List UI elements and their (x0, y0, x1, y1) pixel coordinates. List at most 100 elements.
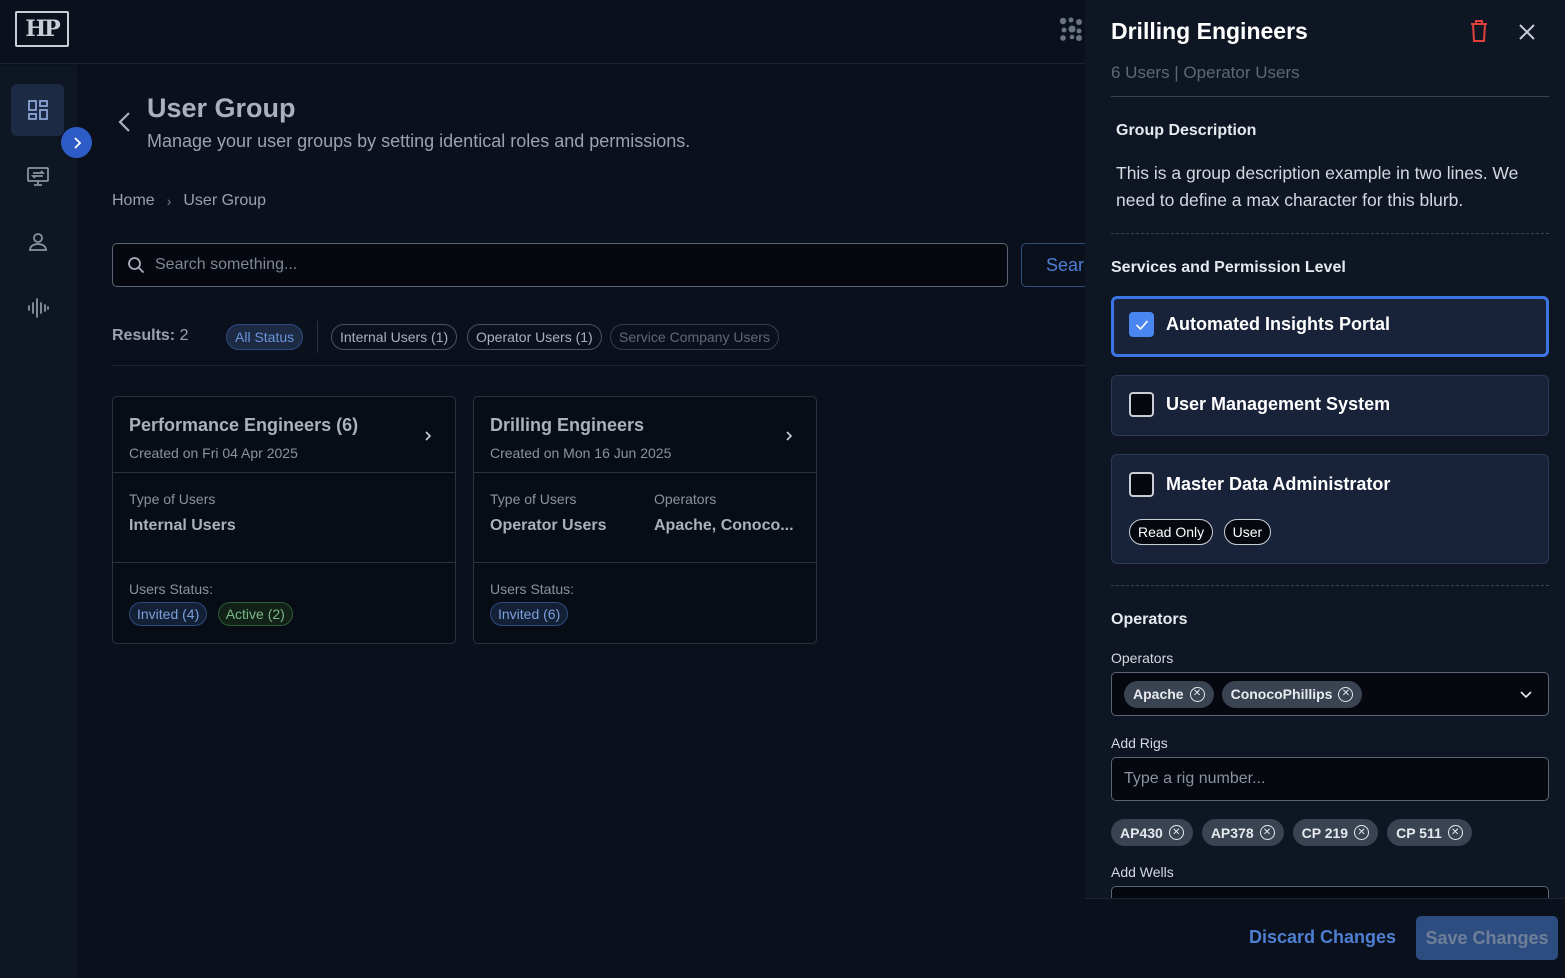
monitor-icon (26, 167, 49, 186)
sidebar-item-users[interactable] (11, 216, 64, 268)
group-card[interactable]: Performance Engineers (6) Created on Fri… (112, 396, 456, 644)
card-title: Performance Engineers (6) (129, 415, 359, 435)
tag-label: ConocoPhillips (1230, 686, 1333, 702)
main-content: User Group Manage your user groups by se… (77, 65, 1111, 978)
group-card[interactable]: Drilling Engineers Created on Mon 16 Jun… (473, 396, 817, 644)
network-icon[interactable] (1058, 16, 1084, 42)
search-icon (128, 257, 145, 274)
remove-icon[interactable]: ✕ (1447, 825, 1463, 840)
search-input[interactable] (155, 256, 975, 274)
results-label: Results: (112, 327, 176, 344)
breadcrumb-current: User Group (183, 192, 267, 209)
service-checkbox[interactable] (1129, 392, 1154, 417)
status-badge: Invited (4) (129, 602, 208, 626)
filter-divider (317, 321, 318, 353)
wells-field-label: Add Wells (1111, 864, 1174, 880)
rig-tag: CP 511 ✕ (1387, 819, 1472, 846)
card-footer: Users Status: Invited (6) (474, 563, 816, 643)
rig-tag: CP 219 ✕ (1292, 819, 1379, 846)
service-option[interactable]: Master Data Administrator Read Only User (1111, 454, 1549, 564)
filter-service-company-users[interactable]: Service Company Users (610, 324, 779, 350)
rigs-field-label: Add Rigs (1111, 735, 1168, 751)
remove-icon[interactable]: ✕ (1189, 686, 1205, 702)
chevron-right-icon[interactable] (784, 429, 794, 443)
service-option[interactable]: Automated Insights Portal (1111, 296, 1549, 357)
results-count: Results: 2 (112, 327, 188, 345)
panel-subtitle: 6 Users | Operator Users (1111, 63, 1300, 82)
service-checkbox[interactable] (1129, 472, 1154, 497)
divider (1111, 233, 1549, 234)
card-header[interactable]: Drilling Engineers Created on Mon 16 Jun… (474, 397, 816, 473)
close-icon[interactable] (1517, 22, 1537, 42)
company-logo[interactable]: HP (15, 11, 69, 47)
remove-icon[interactable]: ✕ (1338, 686, 1354, 702)
role-options: Read Only User (1129, 519, 1531, 545)
chevron-right-icon (73, 136, 81, 149)
filter-internal-users[interactable]: Internal Users (1) (331, 324, 458, 350)
card-date: Created on Fri 04 Apr 2025 (129, 445, 298, 461)
remove-icon[interactable]: ✕ (1168, 825, 1184, 840)
operator-tag: ConocoPhillips ✕ (1221, 680, 1363, 708)
service-label: Automated Insights Portal (1166, 314, 1391, 334)
filter-all-status[interactable]: All Status (226, 324, 304, 350)
waveform-icon (27, 298, 49, 318)
role-chip-read-only[interactable]: Read Only (1129, 519, 1214, 545)
breadcrumb: Home › User Group (112, 192, 266, 210)
rig-tag: AP430 ✕ (1111, 819, 1193, 846)
search-box[interactable] (112, 243, 1008, 287)
user-icon (28, 233, 47, 251)
panel-footer: Discard Changes Save Changes (1085, 898, 1565, 978)
sidebar-item-dashboard[interactable] (11, 84, 64, 136)
service-label: Master Data Administrator (1166, 474, 1391, 494)
operators-select[interactable]: Apache ✕ ConocoPhillips ✕ (1111, 672, 1549, 716)
card-details: Type of Users Internal Users (113, 473, 455, 563)
card-details: Type of Users Operator Users Operators A… (474, 473, 816, 563)
service-option[interactable]: User Management System (1111, 375, 1549, 436)
page-title: User Group (147, 93, 296, 123)
results-value: 2 (179, 327, 189, 344)
sidebar-item-monitor[interactable] (11, 150, 64, 202)
status-badge: Active (2) (217, 602, 293, 626)
page-subtitle: Manage your user groups by setting ident… (147, 131, 691, 151)
card-header[interactable]: Performance Engineers (6) Created on Fri… (113, 397, 455, 473)
card-title: Drilling Engineers (490, 415, 645, 435)
back-arrow-icon[interactable] (115, 110, 135, 134)
rig-number-input[interactable] (1124, 758, 1534, 800)
sidebar-item-signals[interactable] (11, 282, 64, 334)
card-date: Created on Mon 16 Jun 2025 (490, 445, 672, 461)
tag-label: CP 219 (1301, 824, 1349, 841)
tag-label: CP 511 (1396, 824, 1442, 841)
rigs-input-wrapper (1111, 757, 1549, 801)
dashboard-icon (27, 100, 48, 120)
status-badge: Invited (6) (490, 602, 569, 626)
operators-column: Operators Apache, Conoco... (654, 491, 794, 535)
chevron-right-icon: › (166, 193, 172, 209)
rig-tags: AP430 ✕ AP378 ✕ CP 219 ✕ CP 511 ✕ (1111, 819, 1472, 846)
status-label: Users Status: (490, 581, 575, 597)
discard-changes-button[interactable]: Discard Changes (1249, 927, 1396, 948)
tag-label: Apache (1133, 686, 1184, 702)
divider (1111, 96, 1549, 97)
type-label: Type of Users (129, 491, 216, 507)
service-checkbox[interactable] (1129, 312, 1154, 337)
service-label: User Management System (1166, 394, 1391, 414)
card-footer: Users Status: Invited (4) Active (2) (113, 563, 455, 643)
filter-operator-users[interactable]: Operator Users (1) (467, 324, 602, 350)
breadcrumb-home[interactable]: Home (112, 192, 155, 210)
sidebar (0, 65, 77, 978)
operators-field-label: Operators (1111, 650, 1174, 666)
operators-label: Operators (654, 491, 717, 507)
rig-tag: AP378 ✕ (1201, 819, 1284, 846)
group-detail-panel: Drilling Engineers 6 Users | Operator Us… (1085, 0, 1565, 978)
trash-icon[interactable] (1469, 19, 1489, 43)
check-icon (1135, 319, 1148, 330)
status-label: Users Status: (129, 581, 214, 597)
remove-icon[interactable]: ✕ (1354, 825, 1370, 840)
operator-tag: Apache ✕ (1124, 680, 1214, 708)
role-chip-user[interactable]: User (1223, 519, 1272, 545)
chevron-right-icon[interactable] (423, 429, 433, 443)
expand-sidebar-button[interactable] (61, 127, 92, 158)
save-changes-button[interactable]: Save Changes (1416, 916, 1558, 960)
remove-icon[interactable]: ✕ (1259, 825, 1275, 840)
chevron-down-icon[interactable] (1520, 689, 1532, 699)
